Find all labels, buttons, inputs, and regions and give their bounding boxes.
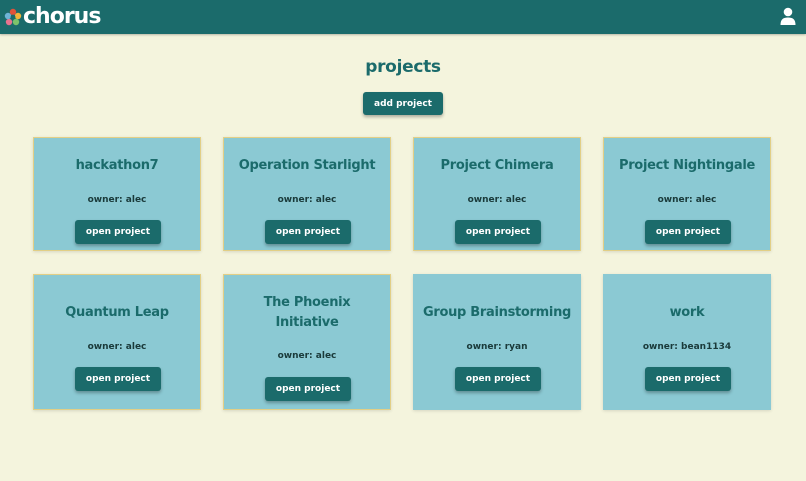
project-card: Group Brainstorming owner: ryan open pro… — [413, 274, 581, 410]
add-project-button[interactable]: add project — [363, 92, 443, 115]
open-project-button[interactable]: open project — [455, 367, 541, 391]
project-owner: owner: bean1134 — [642, 342, 732, 352]
top-bar: chorus — [0, 0, 806, 34]
flower-logo-icon — [4, 8, 22, 26]
project-name: hackathon7 — [75, 158, 159, 173]
project-card: work owner: bean1134 open project — [603, 274, 771, 410]
project-name: Operation Starlight — [238, 158, 376, 173]
project-name: Project Chimera — [440, 158, 554, 173]
open-project-button[interactable]: open project — [265, 220, 351, 244]
project-card: The Phoenix Initiative owner: alec open … — [223, 274, 391, 410]
open-project-button[interactable]: open project — [645, 220, 731, 244]
project-card: Operation Starlight owner: alec open pro… — [223, 137, 391, 251]
project-name: work — [669, 305, 705, 320]
project-owner: owner: alec — [87, 342, 147, 352]
open-project-button[interactable]: open project — [455, 220, 541, 244]
project-owner: owner: ryan — [466, 342, 528, 352]
project-name: Group Brainstorming — [422, 305, 572, 320]
project-owner: owner: alec — [277, 351, 337, 361]
project-card: Quantum Leap owner: alec open project — [33, 274, 201, 410]
open-project-button[interactable]: open project — [75, 367, 161, 391]
project-card: Project Chimera owner: alec open project — [413, 137, 581, 251]
project-card: hackathon7 owner: alec open project — [33, 137, 201, 251]
page-title: projects — [365, 57, 441, 77]
open-project-button[interactable]: open project — [265, 377, 351, 401]
user-profile-icon[interactable] — [780, 7, 796, 25]
project-owner: owner: alec — [87, 195, 147, 205]
project-owner: owner: alec — [657, 195, 717, 205]
project-owner: owner: alec — [277, 195, 337, 205]
project-name: The Phoenix Initiative — [263, 295, 351, 330]
open-project-button[interactable]: open project — [645, 367, 731, 391]
open-project-button[interactable]: open project — [75, 220, 161, 244]
brand[interactable]: chorus — [4, 4, 101, 30]
project-card: Project Nightingale owner: alec open pro… — [603, 137, 771, 251]
project-name: Project Nightingale — [618, 158, 756, 173]
brand-name: chorus — [23, 4, 101, 29]
project-owner: owner: alec — [467, 195, 527, 205]
project-name: Quantum Leap — [65, 305, 169, 320]
